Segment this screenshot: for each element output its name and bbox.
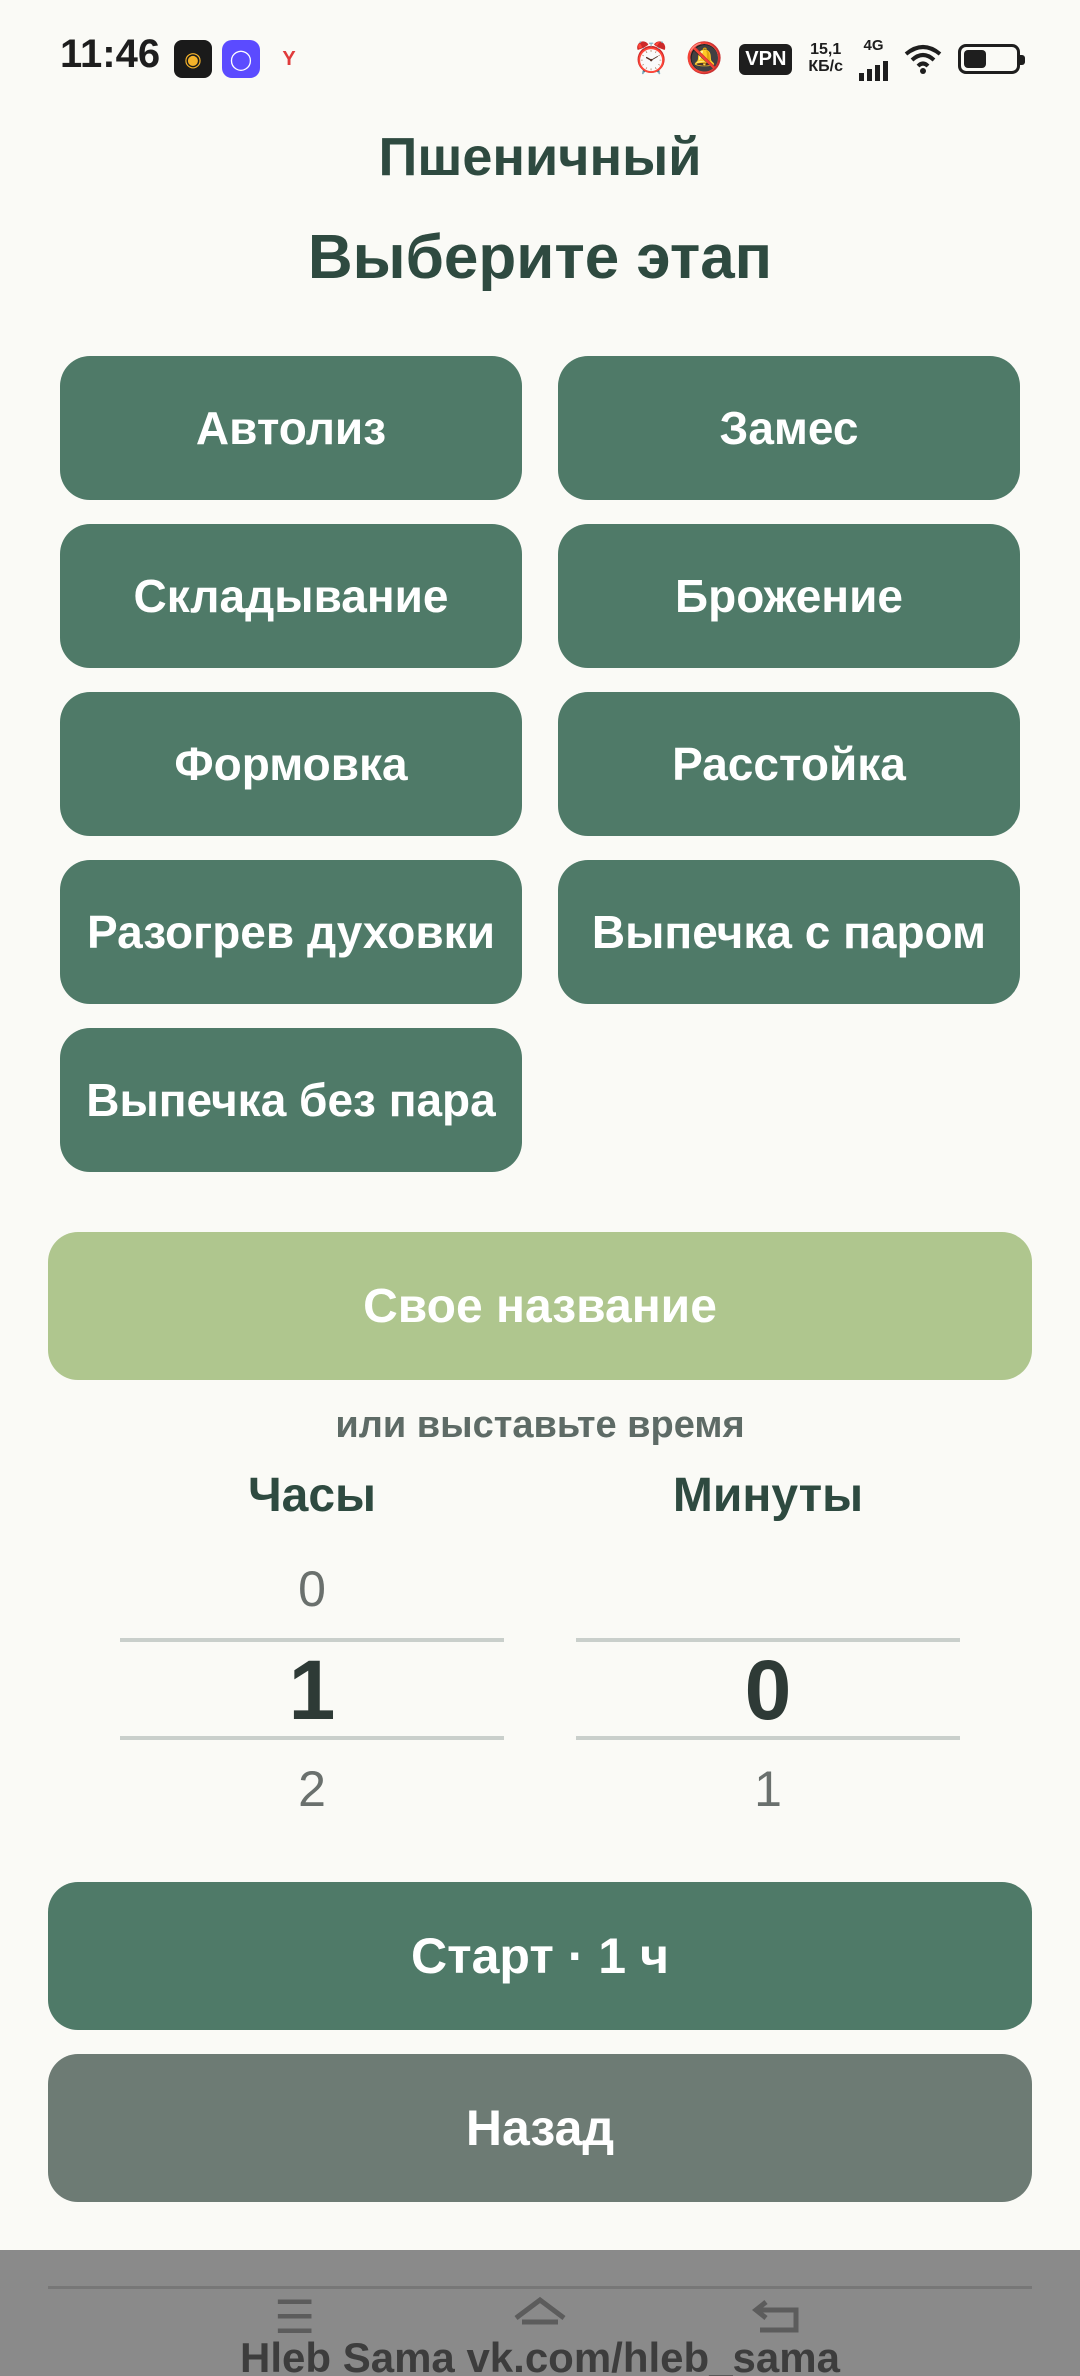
minutes-label: Минуты [672, 1469, 864, 1522]
nav-divider [48, 2286, 1032, 2289]
stage-button-autolysis[interactable]: Автолиз [60, 356, 522, 500]
battery-icon [958, 44, 1025, 74]
status-indicators: ⏰ 🔕 VPN 15,1 КБ/с 4G [632, 36, 1025, 82]
yandex-app-icon: Y [282, 47, 296, 70]
stage-button-oven-preheat[interactable]: Разогрев духовки [60, 860, 522, 1004]
stage-button-bake-without-steam[interactable]: Выпечка без пара [60, 1028, 522, 1172]
photo-editor-app-icon: ◉ [174, 40, 212, 78]
hours-next-value[interactable]: 2 [120, 1760, 504, 1818]
speed-unit: КБ/с [808, 58, 843, 75]
cellular-indicator: 4G [859, 38, 888, 81]
minutes-selected-value[interactable]: 0 [576, 1642, 960, 1739]
status-bar: 11:46 ◉ ◯ Y ⏰ 🔕 VPN 15,1 КБ/с 4G [0, 0, 1080, 120]
stage-button-kneading[interactable]: Замес [558, 356, 1020, 500]
stage-button-proofing[interactable]: Расстойка [558, 692, 1020, 836]
app-screen: 11:46 ◉ ◯ Y ⏰ 🔕 VPN 15,1 КБ/с 4G Пшеничн… [0, 0, 1080, 2376]
speed-value: 15,1 [810, 41, 842, 59]
stage-button-folding[interactable]: Складывание [60, 524, 522, 668]
start-button[interactable]: Старт · 1 ч [48, 1882, 1032, 2030]
picker-divider [120, 1736, 504, 1740]
page-title: Выберите этап [307, 223, 773, 292]
mute-icon: 🔕 [685, 42, 724, 75]
status-time: 11:46 [60, 32, 161, 76]
minutes-next-value[interactable]: 1 [576, 1760, 960, 1818]
messenger-app-icon: ◯ [222, 40, 260, 78]
stage-button-shaping[interactable]: Формовка [60, 692, 522, 836]
picker-divider [576, 1736, 960, 1740]
or-set-time-label: или выставьте время [335, 1404, 745, 1446]
bread-type-title: Пшеничный [378, 127, 702, 187]
hours-selected-value[interactable]: 1 [120, 1642, 504, 1739]
stage-button-fermentation[interactable]: Брожение [558, 524, 1020, 668]
network-speed: 15,1 КБ/с [808, 41, 843, 76]
hours-prev-value[interactable]: 0 [120, 1560, 504, 1618]
vpn-badge: VPN [739, 43, 793, 75]
network-type: 4G [863, 36, 884, 54]
stage-button-bake-with-steam[interactable]: Выпечка с паром [558, 860, 1020, 1004]
wifi-icon [904, 45, 942, 74]
alarm-icon: ⏰ [632, 42, 670, 75]
hours-label: Часы [247, 1469, 377, 1522]
back-button[interactable]: Назад [48, 2054, 1032, 2202]
signal-bars-icon [859, 55, 888, 81]
minutes-picker[interactable]: 0 1 [576, 1550, 960, 1830]
custom-name-button[interactable]: Свое название [48, 1232, 1032, 1380]
hours-picker[interactable]: 0 1 2 [120, 1550, 504, 1830]
footer-credit: Hleb Sama vk.com/hleb_sama [240, 2334, 840, 2376]
